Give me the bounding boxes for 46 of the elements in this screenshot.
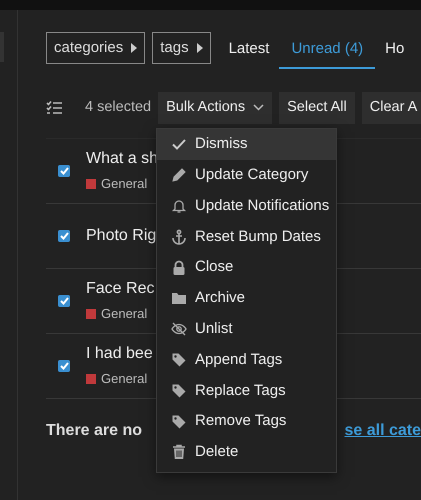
tag-icon (171, 382, 187, 399)
lock-icon (171, 260, 187, 276)
chevron-down-icon (253, 104, 264, 111)
menu-item[interactable]: Remove Tags (157, 406, 336, 437)
checkbox[interactable] (58, 230, 70, 242)
nav-tab[interactable]: Latest (228, 38, 270, 68)
toolbar-button[interactable]: Clear A (362, 92, 421, 124)
nav-tab[interactable]: Ho (385, 38, 404, 68)
menu-item[interactable]: Replace Tags (157, 375, 336, 406)
filter-dropdown[interactable]: tags (152, 32, 211, 64)
folder-icon (171, 290, 187, 306)
checkbox[interactable] (58, 294, 70, 306)
nav-tab[interactable]: Unread (4) (279, 38, 376, 68)
topic-title[interactable]: Face Rec (86, 277, 154, 302)
tag-icon (171, 352, 187, 368)
checkbox[interactable] (58, 360, 70, 372)
menu-item[interactable]: Reset Bump Dates (157, 221, 336, 252)
selected-count: 4 selected (85, 98, 152, 117)
menu-item[interactable]: Unlist (157, 314, 336, 345)
eye-slash-icon (171, 321, 187, 338)
topic-title[interactable]: Photo Rig (86, 224, 156, 248)
bulk-select-icon (46, 100, 62, 114)
tag-icon (171, 414, 187, 430)
bell-icon (171, 198, 187, 214)
checkbox[interactable] (58, 164, 70, 176)
category-name[interactable]: General (101, 369, 148, 389)
category-name[interactable]: General (101, 174, 148, 194)
trash-icon (171, 444, 187, 460)
menu-item[interactable]: Archive (157, 282, 336, 314)
bulk-actions-button[interactable]: Bulk Actions (158, 92, 272, 124)
anchor-icon (171, 228, 187, 245)
browse-categories-link[interactable]: se all cate (344, 418, 421, 442)
pencil-icon (171, 167, 187, 184)
menu-item[interactable]: Close (157, 252, 336, 283)
menu-item[interactable]: Update Category (157, 160, 336, 191)
menu-item[interactable]: Delete (157, 436, 336, 468)
category-name[interactable]: General (101, 304, 148, 324)
topic-title[interactable]: I had bee (86, 342, 153, 366)
menu-item[interactable]: Update Notifications (157, 190, 336, 222)
menu-item[interactable]: Append Tags (157, 344, 336, 376)
menu-item[interactable]: Dismiss (157, 129, 336, 160)
toolbar-button[interactable]: Select All (279, 92, 355, 124)
caret-icon (196, 43, 203, 53)
caret-icon (131, 43, 138, 53)
filter-dropdown[interactable]: categories (46, 32, 146, 64)
empty-message: There are no (46, 420, 142, 440)
